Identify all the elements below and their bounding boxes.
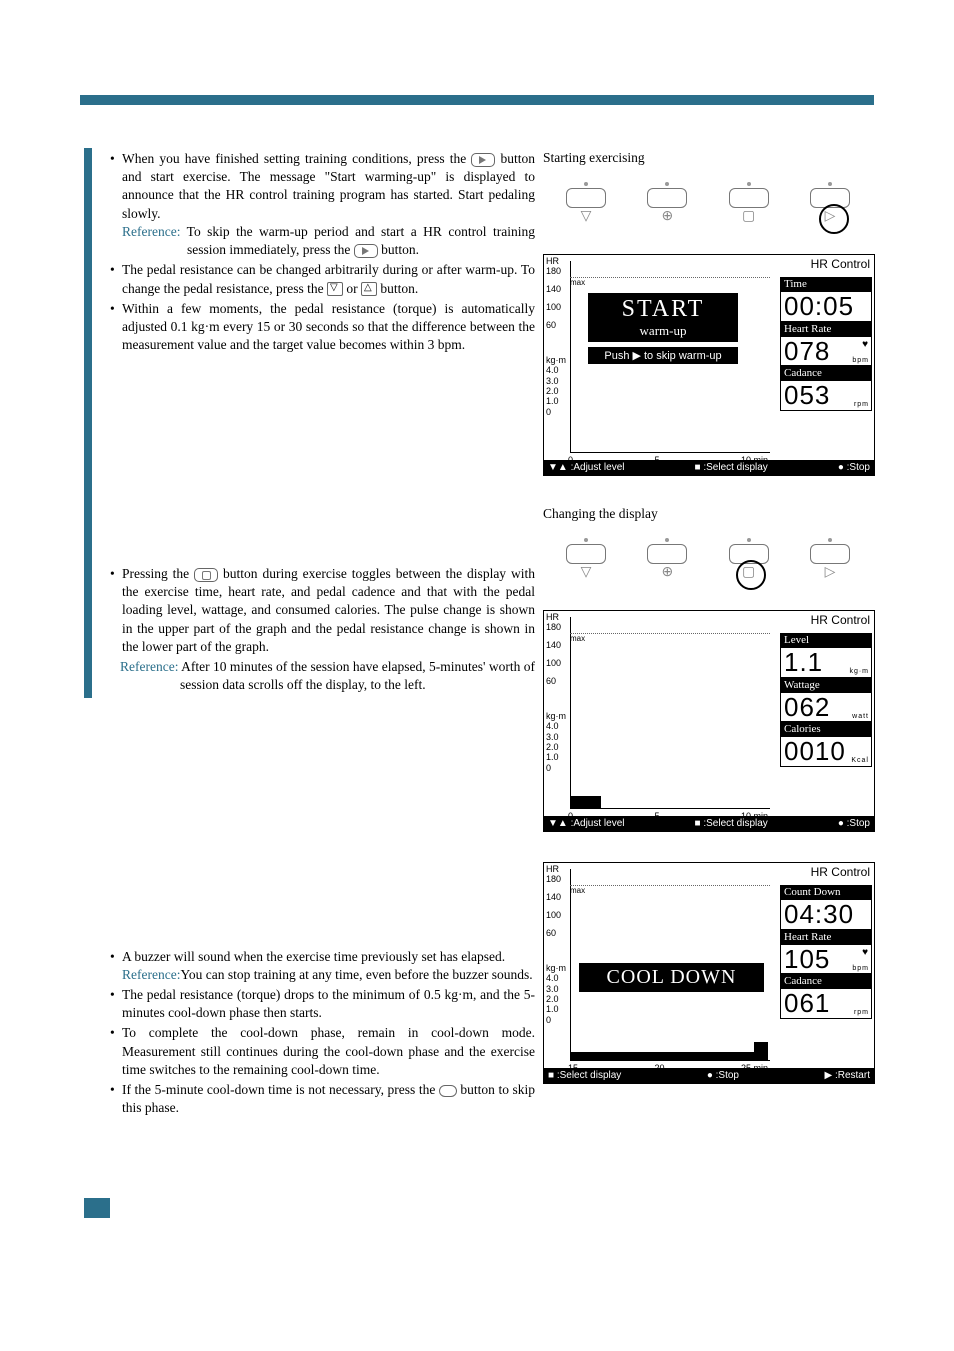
page-mark bbox=[84, 1198, 110, 1218]
play-icon bbox=[471, 153, 495, 167]
btn-down[interactable]: ▽ bbox=[565, 182, 607, 232]
level-value: 1.1kg·m bbox=[780, 647, 872, 678]
bullet: When you have finished setting training … bbox=[110, 150, 535, 259]
footer-hints: ▼▲ :Adjust level■ :Select display● :Stop bbox=[544, 460, 874, 475]
btn-play[interactable]: ▷ bbox=[809, 538, 851, 588]
bullet: If the 5-minute cool-down time is not ne… bbox=[110, 1081, 535, 1117]
reference-label: Reference: bbox=[122, 224, 180, 239]
btn-up[interactable]: ⊕ bbox=[646, 538, 688, 588]
time-label: Time bbox=[780, 277, 872, 291]
down-icon bbox=[327, 282, 343, 296]
countdown-value: 04:30 bbox=[780, 899, 872, 930]
mode-label: HR Control bbox=[780, 865, 872, 879]
section-changing: Pressing the button during exercise togg… bbox=[80, 565, 535, 695]
bullet: A buzzer will sound when the exercise ti… bbox=[110, 948, 535, 984]
level-label: Level bbox=[780, 633, 872, 647]
calories-label: Calories bbox=[780, 722, 872, 736]
oval-icon bbox=[439, 1085, 457, 1097]
up-icon bbox=[361, 282, 377, 296]
square-icon bbox=[194, 568, 218, 582]
mode-label: HR Control bbox=[780, 613, 872, 627]
btn-square[interactable]: ▢ bbox=[728, 182, 770, 232]
reference: Reference: After 10 minutes of the sessi… bbox=[110, 658, 535, 694]
start-banner: START warm-up bbox=[588, 293, 738, 342]
bullet: Within a few moments, the pedal resistan… bbox=[110, 300, 535, 355]
heart-icon: ♥ bbox=[862, 947, 869, 958]
hr-label: Heart Rate bbox=[780, 322, 872, 336]
device-panel-start: ▽ ⊕ ▢ ▷ HR18014010060 kg·m4.03.02.01.00 … bbox=[543, 174, 873, 476]
cooldown-banner: COOL DOWN bbox=[579, 963, 764, 992]
heart-icon: ♥ bbox=[862, 339, 869, 350]
cadence-value: 053rpm bbox=[780, 380, 872, 411]
calories-value: 0010Kcal bbox=[780, 736, 872, 767]
hr-label: Heart Rate bbox=[780, 930, 872, 944]
push-banner: Push ▶ to skip warm-up bbox=[588, 347, 738, 364]
bullet: The pedal resistance can be changed arbi… bbox=[110, 261, 535, 297]
btn-play[interactable]: ▷ bbox=[809, 182, 851, 232]
caption-starting: Starting exercising bbox=[543, 150, 873, 166]
time-value: 00:05 bbox=[780, 291, 872, 322]
lcd-screen: HR18014010060 kg·m4.03.02.01.00 max 0510… bbox=[543, 610, 875, 832]
mode-label: HR Control bbox=[780, 257, 872, 271]
section-cooldown: A buzzer will sound when the exercise ti… bbox=[80, 948, 535, 1118]
cadence-label: Cadance bbox=[780, 366, 872, 380]
hr-value: 078♥bpm bbox=[780, 336, 872, 367]
lcd-screen: HR18014010060 kg·m4.03.02.01.00 max 0510… bbox=[543, 254, 875, 476]
bullet: To complete the cool-down phase, remain … bbox=[110, 1024, 535, 1079]
btn-square[interactable]: ▢ bbox=[728, 538, 770, 588]
cadence-value: 061rpm bbox=[780, 988, 872, 1019]
device-panel-cooldown: HR18014010060 kg·m4.03.02.01.00 max COOL… bbox=[543, 862, 873, 1084]
section-starting: When you have finished setting training … bbox=[80, 150, 535, 450]
bullet: The pedal resistance (torque) drops to t… bbox=[110, 986, 535, 1022]
wattage-value: 062watt bbox=[780, 692, 872, 723]
caption-changing: Changing the display bbox=[543, 506, 873, 522]
footer-hints: ■ :Select display● :Stop▶ :Restart bbox=[544, 1068, 874, 1083]
wattage-label: Wattage bbox=[780, 678, 872, 692]
device-panel-change: ▽ ⊕ ▢ ▷ HR18014010060 kg·m4.03.02.01.00 … bbox=[543, 530, 873, 832]
btn-down[interactable]: ▽ bbox=[565, 538, 607, 588]
footer-hints: ▼▲ :Adjust level■ :Select display● :Stop bbox=[544, 816, 874, 831]
cadence-label: Cadance bbox=[780, 974, 872, 988]
lcd-screen: HR18014010060 kg·m4.03.02.01.00 max COOL… bbox=[543, 862, 875, 1084]
btn-up[interactable]: ⊕ bbox=[646, 182, 688, 232]
countdown-label: Count Down bbox=[780, 885, 872, 899]
play-icon bbox=[354, 244, 378, 258]
bullet: Pressing the button during exercise togg… bbox=[110, 565, 535, 656]
hr-value: 105♥bpm bbox=[780, 944, 872, 975]
